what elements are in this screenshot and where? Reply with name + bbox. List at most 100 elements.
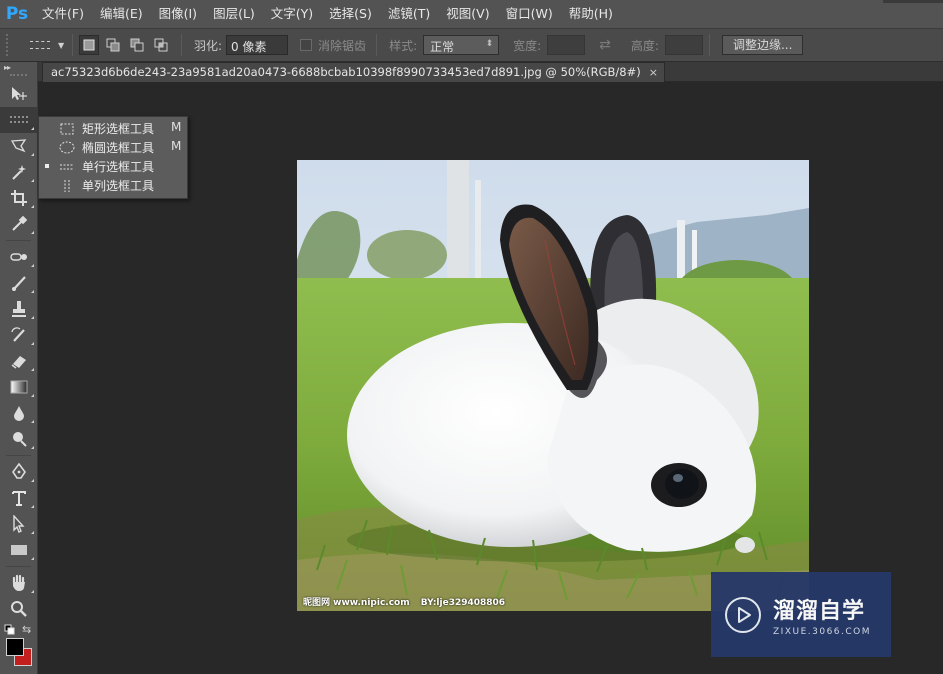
menu-view[interactable]: 视图(V): [438, 0, 497, 28]
badge-title: 溜溜自学: [773, 598, 866, 624]
antialias-checkbox[interactable]: [300, 39, 313, 51]
new-selection-button[interactable]: [79, 35, 99, 55]
flyout-item-label: 椭圆选框工具: [82, 141, 155, 155]
menu-edit[interactable]: 编辑(E): [92, 0, 151, 28]
stamp-icon: [12, 301, 26, 317]
tool-group-indicator: [31, 479, 34, 482]
tool-group-indicator: [31, 557, 34, 560]
new-selection-icon: [83, 39, 95, 51]
menu-window[interactable]: 窗口(W): [498, 0, 561, 28]
tool-group-indicator: [31, 590, 34, 593]
dodge-tool[interactable]: [0, 426, 38, 452]
menu-type[interactable]: 文字(Y): [263, 0, 321, 28]
document-tab[interactable]: ac75323d6b6de243-23a9581ad20a0473-6688bc…: [42, 62, 665, 82]
path-selection-tool[interactable]: [0, 511, 38, 537]
history-brush-tool[interactable]: [0, 322, 38, 348]
updown-caret-icon: ⬍: [485, 39, 494, 49]
toolbox-collapse-icon[interactable]: ▸▸: [0, 62, 37, 74]
marquee-tool[interactable]: [0, 107, 38, 133]
tool-group-indicator: [31, 368, 34, 371]
spot-healing-tool[interactable]: [0, 244, 38, 270]
single-column-marquee-icon: [59, 179, 75, 192]
toolbox-grip[interactable]: [10, 74, 27, 79]
type-tool[interactable]: [0, 485, 38, 511]
subtract-from-selection-button[interactable]: [127, 35, 147, 55]
swap-colors-icon[interactable]: ⇆: [22, 623, 31, 636]
brush-tool[interactable]: [0, 270, 38, 296]
tool-group-indicator: [31, 290, 34, 293]
rect-marquee-icon: [59, 122, 75, 135]
tool-group-indicator: [31, 446, 34, 449]
canvas-image[interactable]: 昵图网 www.nipic.com BY:lje329408806: [297, 160, 809, 611]
flyout-item-ellipse-marquee[interactable]: 椭圆选框工具 M: [39, 138, 187, 157]
eraser-icon: [11, 356, 26, 369]
height-label: 高度:: [630, 38, 659, 53]
intersect-selection-button[interactable]: [151, 35, 171, 55]
feather-label: 羽化:: [194, 38, 223, 53]
chevron-down-icon: ▼: [58, 40, 65, 50]
swap-arrows-icon[interactable]: ⇄: [599, 37, 611, 53]
style-label: 样式:: [389, 38, 418, 53]
image-watermark: 昵图网 www.nipic.com BY:lje329408806: [303, 595, 513, 608]
photoshop-logo: Ps: [5, 4, 29, 24]
toolbox-divider: [6, 240, 31, 241]
menu-file[interactable]: 文件(F): [34, 0, 92, 28]
close-icon[interactable]: ×: [649, 63, 658, 82]
menu-layer[interactable]: 图层(L): [205, 0, 263, 28]
blur-tool[interactable]: [0, 400, 38, 426]
zoom-icon: [11, 601, 27, 617]
single-row-marquee-icon: [10, 116, 28, 123]
menu-select[interactable]: 选择(S): [321, 0, 380, 28]
menu-filter[interactable]: 滤镜(T): [380, 0, 438, 28]
toolbox-divider: [6, 566, 31, 567]
document-tab-bar: ac75323d6b6de243-23a9581ad20a0473-6688bc…: [38, 62, 943, 82]
eyedropper-tool[interactable]: [0, 211, 38, 237]
zoom-tool[interactable]: [0, 596, 38, 622]
pen-tool[interactable]: [0, 459, 38, 485]
divider: [72, 34, 73, 56]
default-colors-icon[interactable]: [4, 624, 16, 636]
divider: [376, 34, 378, 56]
toolbox-divider: [6, 455, 31, 456]
foreground-color-swatch[interactable]: [6, 638, 24, 656]
tool-group-indicator: [31, 316, 34, 319]
rectangle-tool[interactable]: [0, 537, 38, 563]
options-bar-grip[interactable]: [6, 34, 12, 56]
feather-input[interactable]: 0 像素: [226, 35, 289, 55]
crop-tool[interactable]: [0, 185, 38, 211]
flyout-item-rect-marquee[interactable]: 矩形选框工具 M: [39, 119, 187, 138]
tool-group-indicator: [31, 231, 34, 234]
ellipse-marquee-icon: [59, 141, 75, 154]
menu-image[interactable]: 图像(I): [151, 0, 205, 28]
style-select[interactable]: 正常 ⬍: [423, 35, 500, 55]
single-row-marquee-icon: [30, 41, 50, 49]
add-to-selection-button[interactable]: [103, 35, 123, 55]
tool-group-indicator: [31, 264, 34, 267]
clone-stamp-tool[interactable]: [0, 296, 38, 322]
type-icon: [12, 491, 26, 506]
add-selection-icon: [106, 38, 120, 52]
divider: [181, 34, 182, 56]
tool-preset-picker[interactable]: ▼: [20, 34, 66, 56]
style-select-value: 正常: [430, 40, 455, 54]
site-watermark-badge: 溜溜自学 ZIXUE.3066.COM: [711, 572, 891, 657]
hand-tool[interactable]: [0, 570, 38, 596]
flyout-item-label: 单行选框工具: [82, 160, 155, 174]
flyout-item-single-row-marquee[interactable]: 单行选框工具: [39, 157, 187, 176]
antialias-label: 消除锯齿: [318, 38, 367, 53]
eraser-tool[interactable]: [0, 348, 38, 374]
move-icon: [12, 87, 27, 100]
options-bar: ▼ 羽化: 0 像素 消除锯齿 样式: 正常 ⬍ 宽度: ⇄ 高度: 调整边缘.…: [0, 28, 943, 62]
menu-help[interactable]: 帮助(H): [561, 0, 621, 28]
lasso-tool[interactable]: [0, 133, 38, 159]
refine-edge-button[interactable]: 调整边缘...: [721, 35, 804, 55]
gradient-icon: [10, 380, 28, 394]
flyout-item-label: 单列选框工具: [82, 179, 155, 193]
magic-wand-tool[interactable]: [0, 159, 38, 185]
move-tool[interactable]: [0, 81, 38, 107]
gradient-tool[interactable]: [0, 374, 38, 400]
flyout-item-single-column-marquee[interactable]: 单列选框工具: [39, 176, 187, 195]
tool-group-indicator: [31, 394, 34, 397]
width-input[interactable]: [547, 35, 586, 55]
height-input[interactable]: [664, 35, 703, 55]
